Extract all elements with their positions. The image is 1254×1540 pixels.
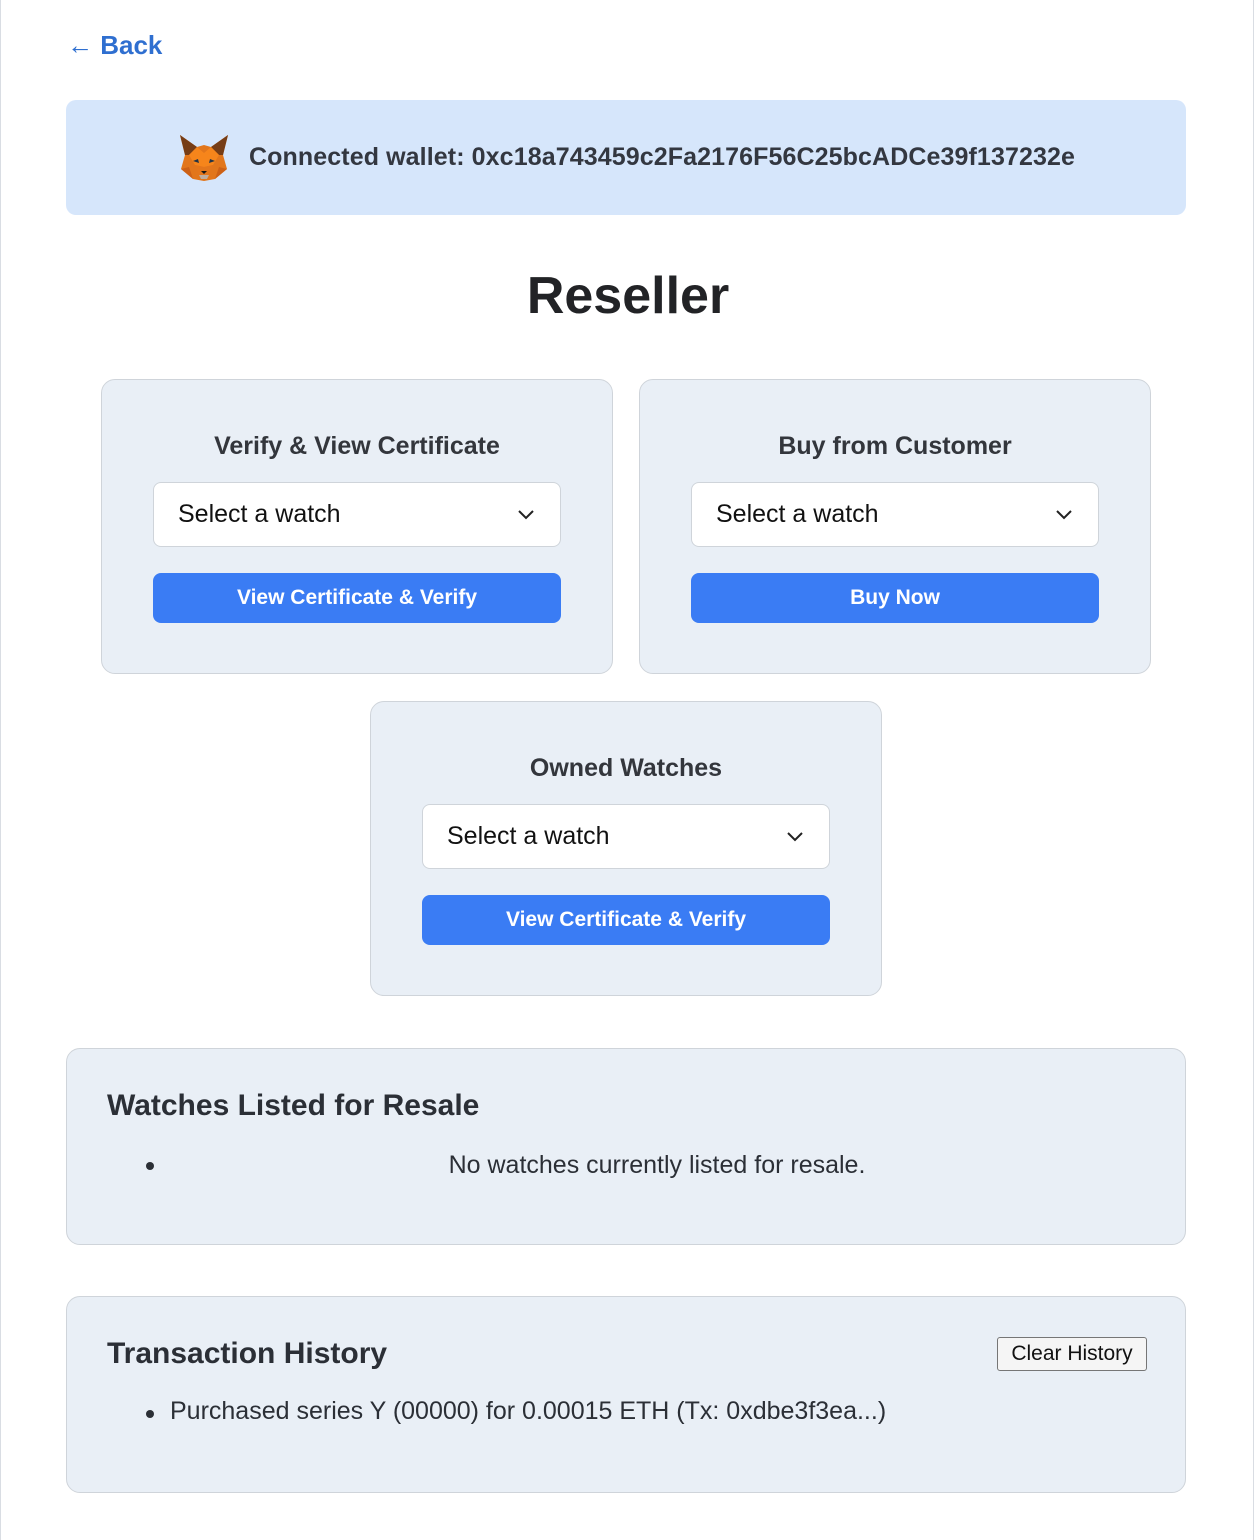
chevron-down-icon xyxy=(1056,509,1072,519)
wallet-banner: Connected wallet: 0xc18a743459c2Fa2176F5… xyxy=(66,100,1186,215)
chevron-down-icon xyxy=(518,509,534,519)
chevron-down-icon xyxy=(787,831,803,841)
card-title: Buy from Customer xyxy=(778,432,1012,460)
resale-panel-title: Watches Listed for Resale xyxy=(107,1089,480,1122)
history-list-item: Purchased series Y (00000) for 0.00015 E… xyxy=(170,1397,887,1425)
clear-history-button[interactable]: Clear History xyxy=(997,1337,1147,1371)
resale-listings-panel: Watches Listed for Resale No watches cur… xyxy=(66,1048,1186,1245)
page-title: Reseller xyxy=(526,267,730,325)
select-value: Select a watch xyxy=(178,500,341,528)
connected-wallet-text: Connected wallet: 0xc18a743459c2Fa2176F5… xyxy=(249,143,1075,171)
back-link[interactable]: ← Back xyxy=(67,30,162,61)
buy-watch-select[interactable]: Select a watch xyxy=(691,482,1099,547)
owned-view-certificate-verify-button[interactable]: View Certificate & Verify xyxy=(422,895,830,945)
transaction-history-panel: Transaction History Clear History Purcha… xyxy=(66,1296,1186,1493)
reseller-page: ← Back Connected wallet: 0xc18a743459c2F… xyxy=(0,0,1254,1540)
card-title: Verify & View Certificate xyxy=(214,432,500,460)
metamask-fox-icon xyxy=(180,134,229,181)
owned-watch-select[interactable]: Select a watch xyxy=(422,804,830,869)
history-panel-title: Transaction History xyxy=(107,1337,388,1370)
select-value: Select a watch xyxy=(447,822,610,850)
buy-now-button[interactable]: Buy Now xyxy=(691,573,1099,623)
buy-from-customer-card: Buy from Customer Select a watch Buy Now xyxy=(639,379,1151,674)
card-title: Owned Watches xyxy=(529,754,723,782)
list-bullet xyxy=(146,1410,154,1418)
owned-watches-card: Owned Watches Select a watch View Certif… xyxy=(370,701,882,996)
view-certificate-verify-button[interactable]: View Certificate & Verify xyxy=(153,573,561,623)
select-value: Select a watch xyxy=(716,500,879,528)
resale-empty-message: No watches currently listed for resale. xyxy=(448,1151,866,1179)
verify-watch-select[interactable]: Select a watch xyxy=(153,482,561,547)
verify-certificate-card: Verify & View Certificate Select a watch… xyxy=(101,379,613,674)
